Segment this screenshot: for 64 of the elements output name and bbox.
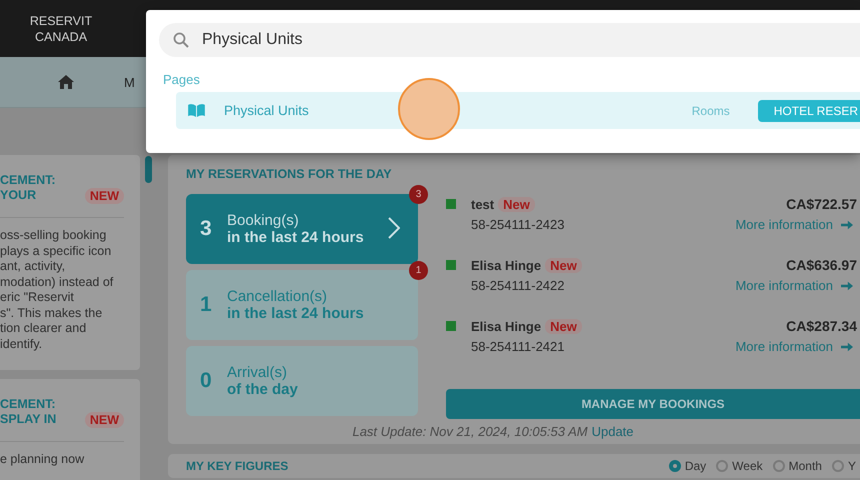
tile-label: Cancellation(s) [227,288,328,305]
radio-label[interactable]: Month [788,459,822,473]
guest-name: Elisa Hinge [471,258,542,272]
section-heading: Pages [163,72,201,87]
radio-label[interactable]: Y [848,459,856,473]
chevron-icon [388,217,400,239]
booking-number: 58-254111-2421 [471,339,564,354]
announcement-title: CEMENT: YOUR [0,173,57,203]
guest-name: Elisa Hinge [471,318,542,334]
book-icon [188,104,205,117]
new-badge: NEW [84,412,124,428]
section-title: MY KEY FIGURES [186,459,288,473]
tile-label: Booking(s) [227,212,300,229]
radio-button[interactable] [716,460,728,472]
tile-sublabel: of the day [227,381,298,398]
tile-count: 0 [200,369,213,393]
booking-number: 58-254111-2423 [471,217,564,232]
summary-tile[interactable]: 1 Cancellation(s) in the last 24 hours [186,270,418,340]
radio-button[interactable] [772,460,785,472]
arrow-right-icon [841,220,853,230]
count-badge: 1 [409,261,428,280]
radio-label[interactable]: Week [732,459,763,473]
new-badge: New [545,258,582,272]
home-icon[interactable] [58,75,74,89]
radio-button[interactable] [668,460,681,472]
arrow-right-icon [841,342,853,352]
nav-link[interactable]: M [124,74,135,90]
result-category: Rooms [692,104,730,118]
new-badge: New [545,318,582,334]
tile-count: 3 [200,217,213,241]
search-result[interactable]: Physical Units Rooms HOTEL RESER [176,92,860,129]
new-badge: New [498,196,535,212]
more-information-link[interactable]: More information [735,278,833,293]
last-update-text: Last Update: Nov 21, 2024, 10:05:53 AM [352,424,588,439]
update-link[interactable]: Update [592,424,634,439]
result-title: Physical Units [224,103,309,118]
guest-name: test [471,196,494,212]
booking-amount: CA$636.97 [786,257,857,273]
section-title: MY RESERVATIONS FOR THE DAY [186,167,393,181]
tile-sublabel: in the last 24 hours [227,305,364,322]
search-icon [173,32,189,48]
new-badge: NEW [84,188,124,204]
result-tag: HOTEL RESER [758,100,860,122]
announcement-text: e planning now [0,452,86,468]
tile-count: 1 [200,293,213,317]
booking-number: 58-254111-2422 [471,278,564,293]
tile-label: Arrival(s) [227,364,288,381]
count-badge: 3 [409,185,428,204]
more-information-link[interactable]: More information [735,339,833,354]
tile-sublabel: in the last 24 hours [227,229,364,246]
logo-text: RESERVIT CANADA [28,12,94,44]
search-field[interactable]: Physical Units [159,23,860,57]
arrow-right-icon [841,280,853,290]
announcement-text: oss-selling booking plays a specific icon ant, activity, modation) instead of eric "Reservit s". This makes the tion clearer and identify. [0,228,114,352]
announcement-title: CEMENT: SPLAY IN [0,397,58,427]
manage-bookings-button[interactable]: MANAGE MY BOOKINGS [446,389,860,419]
summary-tile[interactable]: 0 Arrival(s) of the day [186,346,418,416]
more-information-link[interactable]: More information [735,217,833,232]
scrollbar-thumb[interactable] [145,156,152,183]
radio-label[interactable]: Day [684,459,706,473]
booking-amount: CA$287.34 [786,318,857,334]
booking-amount: CA$722.57 [786,196,857,212]
summary-tile[interactable]: 3 Booking(s) in the last 24 hours [186,194,418,264]
radio-button[interactable] [832,460,844,472]
